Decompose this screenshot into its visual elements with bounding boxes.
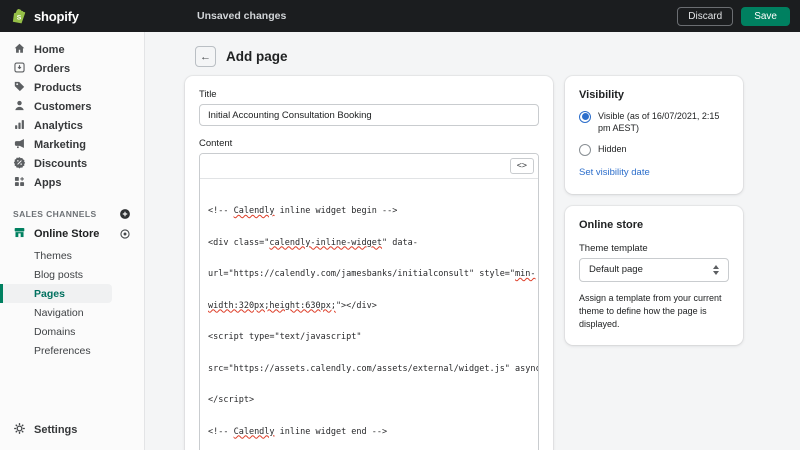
sidebar-item-home[interactable]: Home: [0, 40, 144, 59]
code-line: <div class="calendly-inline-widget" data…: [208, 237, 418, 248]
storefront-icon: [13, 226, 26, 242]
sales-channels-header: SALES CHANNELS: [0, 205, 144, 223]
sidebar-item-label: Marketing: [34, 138, 86, 151]
editor-toolbar: <>: [200, 154, 538, 179]
sidebar-item-label: Customers: [34, 100, 92, 113]
discard-button[interactable]: Discard: [677, 6, 734, 26]
sidebar-item-navigation[interactable]: Navigation: [0, 303, 112, 322]
select-stepper-icon: [713, 264, 719, 275]
shopify-bag-icon: S: [12, 8, 29, 25]
view-store-eye-icon[interactable]: [119, 228, 131, 240]
svg-text:S: S: [17, 14, 22, 21]
shopify-logo[interactable]: S shopify: [12, 0, 79, 32]
visibility-heading: Visibility: [579, 89, 625, 101]
orders-icon: [13, 61, 26, 77]
topbar-actions: Discard Save: [677, 0, 790, 32]
code-line: <!-- Calendly inline widget begin -->: [208, 206, 398, 216]
code-line: src="https://assets.calendly.com/assets/…: [208, 363, 538, 374]
add-sales-channel-button[interactable]: [119, 208, 131, 220]
products-icon: [13, 80, 26, 96]
visibility-option-label: Hidden: [598, 144, 627, 154]
visibility-option-hidden[interactable]: Hidden: [579, 143, 729, 156]
sidebar-item-label: Home: [34, 43, 65, 56]
sidebar-item-online-store[interactable]: Online Store: [0, 223, 144, 244]
page-details-card: Title Content <> <!-- Calendly inline wi…: [185, 76, 553, 450]
sidebar-item-settings[interactable]: Settings: [0, 420, 77, 440]
code-line: url="https://calendly.com/jamesbanks/ini…: [208, 269, 536, 279]
visibility-option-label: Visible (as of 16/07/2021, 2:15 pm AEST): [598, 111, 720, 133]
content-code-area[interactable]: <!-- Calendly inline widget begin --> <d…: [200, 179, 538, 450]
online-store-subnav: Themes Blog posts Pages Navigation Domai…: [0, 246, 144, 360]
theme-template-label: Theme template: [579, 242, 648, 254]
settings-column: Visibility Visible (as of 16/07/2021, 2:…: [565, 76, 743, 345]
theme-template-select[interactable]: Default page: [579, 257, 729, 282]
customers-icon: [13, 99, 26, 115]
marketing-icon: [13, 137, 26, 153]
page-title: Add page: [226, 49, 288, 64]
analytics-icon: [13, 118, 26, 134]
back-button[interactable]: ←: [195, 46, 216, 67]
sidebar-item-apps[interactable]: Apps: [0, 173, 144, 192]
sidebar-item-marketing[interactable]: Marketing: [0, 135, 144, 154]
content-editor: <> <!-- Calendly inline widget begin -->…: [199, 153, 539, 450]
save-button-topbar[interactable]: Save: [741, 6, 790, 26]
content-field-label: Content: [199, 138, 233, 149]
sidebar-item-preferences[interactable]: Preferences: [0, 341, 112, 360]
online-store-heading: Online store: [579, 218, 644, 231]
code-line: width:320px;height:630px;"></div>: [208, 300, 377, 311]
form-column: Title Content <> <!-- Calendly inline wi…: [185, 76, 553, 450]
sidebar-item-products[interactable]: Products: [0, 78, 144, 97]
topbar: S shopify Unsaved changes Discard Save: [0, 0, 800, 32]
online-store-card: Online store Theme template Default page…: [565, 205, 743, 345]
sales-channels-label: SALES CHANNELS: [13, 209, 97, 219]
sidebar-item-pages[interactable]: Pages: [0, 284, 112, 303]
main-content: ← Add page Title Content <> <!-- Calendl…: [145, 32, 800, 450]
online-store-label: Online Store: [34, 227, 100, 240]
sidebar-item-label: Orders: [34, 62, 71, 75]
sidebar: Home Orders Products Customers Analytics…: [0, 32, 145, 450]
sidebar-item-label: Apps: [34, 176, 62, 189]
title-field-label: Title: [199, 89, 217, 100]
settings-label: Settings: [34, 424, 78, 436]
back-arrow-icon: ←: [200, 50, 211, 63]
radio-selected-icon[interactable]: [579, 110, 591, 123]
radio-unselected-icon[interactable]: [579, 143, 591, 156]
sidebar-item-domains[interactable]: Domains: [0, 322, 112, 341]
sidebar-item-label: Products: [34, 81, 82, 94]
code-line: <script type="text/javascript": [208, 332, 362, 342]
sidebar-item-blog-posts[interactable]: Blog posts: [0, 265, 112, 284]
theme-template-description: Assign a template from your current them…: [579, 292, 722, 329]
shopify-wordmark: shopify: [34, 8, 79, 24]
gear-icon: [13, 422, 26, 438]
visibility-option-visible[interactable]: Visible (as of 16/07/2021, 2:15 pm AEST): [579, 110, 729, 134]
sidebar-item-analytics[interactable]: Analytics: [0, 116, 144, 135]
sidebar-item-label: Analytics: [34, 119, 83, 132]
sidebar-item-themes[interactable]: Themes: [0, 246, 112, 265]
sidebar-item-discounts[interactable]: Discounts: [0, 154, 144, 173]
page-header: ← Add page: [195, 46, 800, 67]
code-line: </script>: [208, 395, 255, 405]
sidebar-item-label: Discounts: [34, 157, 88, 170]
code-line: <!-- Calendly inline widget end -->: [208, 426, 388, 437]
set-visibility-date-link[interactable]: Set visibility date: [579, 167, 650, 178]
discounts-icon: [13, 156, 26, 172]
apps-icon: [13, 175, 26, 191]
show-html-button[interactable]: <>: [509, 158, 534, 174]
visibility-card: Visibility Visible (as of 16/07/2021, 2:…: [565, 76, 743, 194]
title-input[interactable]: [199, 104, 539, 126]
sidebar-item-customers[interactable]: Customers: [0, 97, 144, 116]
home-icon: [13, 42, 26, 58]
theme-template-value: Default page: [589, 264, 643, 275]
sidebar-item-orders[interactable]: Orders: [0, 59, 144, 78]
unsaved-changes-status: Unsaved changes: [197, 10, 287, 22]
